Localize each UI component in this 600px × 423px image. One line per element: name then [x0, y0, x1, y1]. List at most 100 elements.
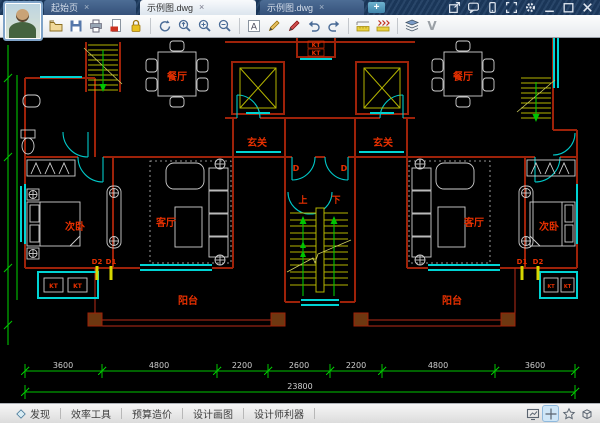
- more-tools-icon[interactable]: V: [422, 16, 442, 36]
- label-door-left: D: [293, 164, 300, 173]
- svg-text:A: A: [251, 23, 258, 33]
- pencil-annotate-icon[interactable]: [264, 16, 284, 36]
- stairs-center: [290, 208, 348, 292]
- close-tab-icon[interactable]: ×: [84, 3, 89, 12]
- text-annotate-icon[interactable]: A: [244, 16, 264, 36]
- zoom-fit-icon[interactable]: [175, 16, 195, 36]
- label-balcony-left: 阳台: [178, 294, 198, 307]
- statusbar-item-design-drawing[interactable]: 设计画图: [183, 407, 243, 421]
- feedback-icon[interactable]: [467, 1, 480, 14]
- furniture-living-left: [107, 159, 231, 265]
- dim-text: 3600: [525, 361, 545, 370]
- zoom-out-icon[interactable]: [215, 16, 235, 36]
- mobile-icon[interactable]: [486, 1, 499, 14]
- marker-annotate-icon[interactable]: [284, 16, 304, 36]
- lock-icon[interactable]: [126, 16, 146, 36]
- favorite-star-icon[interactable]: [561, 406, 576, 421]
- export-pdf-icon[interactable]: [106, 16, 126, 36]
- user-avatar[interactable]: [3, 1, 43, 41]
- furniture-bedroom-left: [27, 160, 80, 259]
- label-ac-left-2: KT: [73, 283, 83, 290]
- open-file-icon[interactable]: [46, 16, 66, 36]
- statusbar-item-budget-pricing[interactable]: 预算造价: [122, 407, 182, 421]
- dim-text: 4800: [428, 361, 448, 370]
- label-living-left: 客厅: [155, 216, 176, 229]
- crosshair-icon[interactable]: [543, 406, 558, 421]
- elevator-right: [364, 68, 400, 108]
- close-tab-icon[interactable]: ×: [319, 3, 324, 12]
- label-bedroom-left: 次卧: [65, 220, 85, 233]
- discover-icon: [16, 409, 26, 419]
- layers-icon[interactable]: [402, 16, 422, 36]
- label-living-right: 客厅: [463, 216, 484, 229]
- close-icon[interactable]: [581, 1, 594, 14]
- label-d1-left: D1: [106, 258, 117, 266]
- dimension-lines-bottom: 3600 4800 2200 2600 2200 4800 3600 23800: [21, 361, 579, 399]
- tab-label: 起始页: [51, 1, 78, 14]
- rotate-view-icon[interactable]: [155, 16, 175, 36]
- tab-label: 示例图.dwg: [147, 1, 193, 14]
- toolbar-separator: [239, 18, 240, 34]
- share-icon[interactable]: [448, 1, 461, 14]
- dim-text: 2600: [289, 361, 309, 370]
- dim-text: 3600: [53, 361, 73, 370]
- close-tab-icon[interactable]: ×: [199, 3, 204, 12]
- label-d1-right: D1: [517, 258, 528, 266]
- statusbar-item-designer-tools[interactable]: 设计师利器: [244, 407, 314, 421]
- titlebar-icons: [448, 1, 594, 14]
- tab-start-page[interactable]: 起始页 ×: [44, 0, 136, 15]
- tab-bar: 起始页 × 示例图.dwg × 示例图.dwg × +: [44, 0, 385, 15]
- dimension-lines-left: [4, 45, 17, 345]
- elevator-left: [240, 68, 276, 108]
- statusbar-item-discover[interactable]: 发现: [6, 407, 60, 421]
- furniture-living-right: [409, 159, 533, 265]
- drawing-canvas[interactable]: 3600 4800 2200 2600 2200 4800 3600 23800…: [0, 38, 600, 403]
- toolbar: A V: [0, 15, 600, 38]
- tab-label: 示例图.dwg: [267, 1, 313, 14]
- settings-gear-icon[interactable]: [524, 1, 537, 14]
- doors: [63, 95, 575, 214]
- zoom-in-icon[interactable]: [195, 16, 215, 36]
- measure-length-icon[interactable]: [353, 16, 373, 36]
- statusbar-item-efficiency-tools[interactable]: 效率工具: [61, 407, 121, 421]
- label-bedroom-right: 次卧: [539, 220, 559, 233]
- label-ac-left-1: KT: [49, 283, 59, 290]
- tab-drawing-2[interactable]: 示例图.dwg ×: [260, 0, 364, 15]
- save-icon[interactable]: [66, 16, 86, 36]
- application-window: 起始页 × 示例图.dwg × 示例图.dwg × +: [0, 0, 600, 423]
- viewport-icon[interactable]: [525, 406, 540, 421]
- label-d2-left: D2: [92, 258, 103, 266]
- minimize-icon[interactable]: [543, 1, 556, 14]
- undo-icon[interactable]: [304, 16, 324, 36]
- label-d2-right: D2: [533, 258, 544, 266]
- label-foyer-right: 玄关: [373, 136, 393, 149]
- dim-text: 4800: [149, 361, 169, 370]
- toolbar-separator: [150, 18, 151, 34]
- dim-text: 2200: [232, 361, 252, 370]
- label-dining-left: 餐厅: [166, 70, 187, 83]
- avatar-shoulders: [9, 22, 36, 38]
- maximize-icon[interactable]: [562, 1, 575, 14]
- label-door-right: D: [341, 164, 348, 173]
- label-ac-right-2: KT: [564, 284, 572, 290]
- label-dining-right: 餐厅: [452, 70, 473, 83]
- label-stairs-up: 上: [298, 194, 307, 206]
- label-ac-right-1: KT: [547, 284, 555, 290]
- label-stairs-down: 下: [331, 195, 340, 206]
- titlebar: 起始页 × 示例图.dwg × 示例图.dwg × +: [0, 0, 600, 15]
- furniture-bedroom-right: [527, 160, 575, 246]
- label-shaft-ac-2: KT: [312, 50, 322, 57]
- fullscreen-icon[interactable]: [505, 1, 518, 14]
- label-shaft-ac-1: KT: [312, 42, 322, 49]
- toolbar-separator: [397, 18, 398, 34]
- avatar-face: [16, 9, 29, 22]
- new-tab-button[interactable]: +: [368, 2, 385, 13]
- measure-continuous-icon[interactable]: [373, 16, 393, 36]
- tab-drawing-1[interactable]: 示例图.dwg ×: [140, 0, 256, 15]
- dim-total-text: 23800: [287, 382, 312, 391]
- statusbar-separator: [314, 408, 315, 419]
- print-icon[interactable]: [86, 16, 106, 36]
- cube-3d-icon[interactable]: [579, 406, 594, 421]
- redo-icon[interactable]: [324, 16, 344, 36]
- label-balcony-right: 阳台: [442, 294, 462, 307]
